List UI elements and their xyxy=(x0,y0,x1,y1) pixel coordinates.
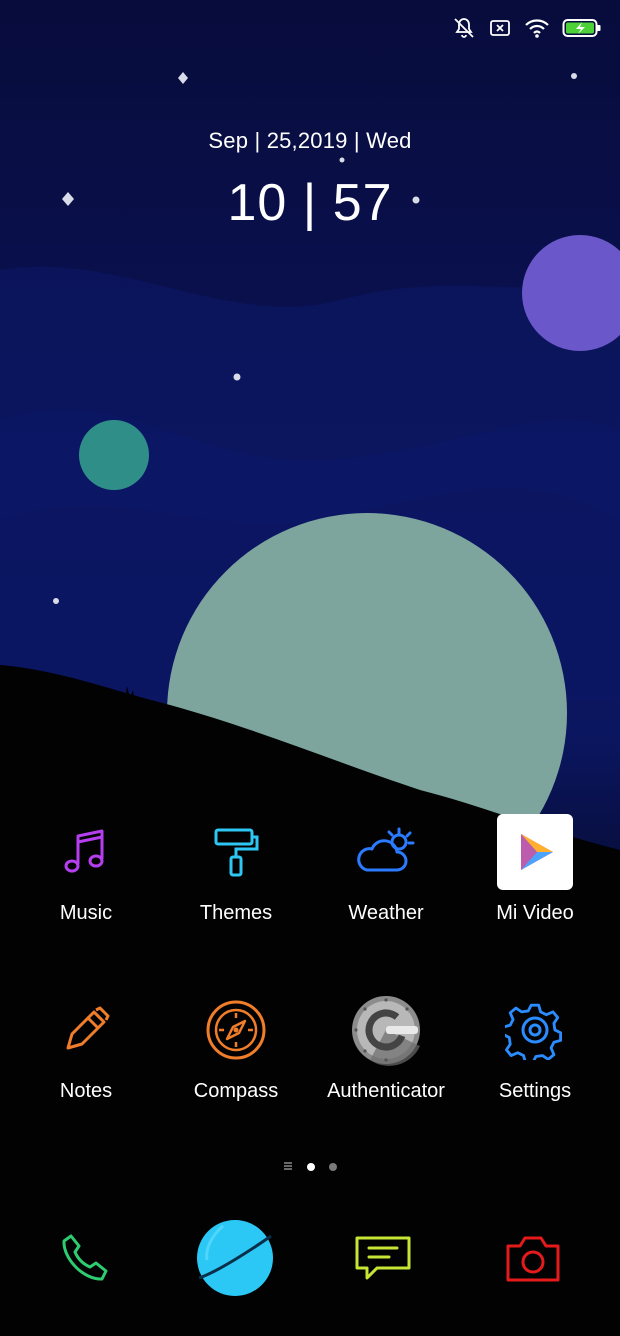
clock-time[interactable]: 10 | 57 xyxy=(0,173,620,233)
mute-vibrate-icon xyxy=(452,16,476,40)
camera-icon xyxy=(504,1232,562,1289)
app-label: Compass xyxy=(193,1080,279,1102)
messages-icon xyxy=(353,1230,413,1291)
app-label: Authenticator xyxy=(327,1080,445,1102)
play-icon xyxy=(495,812,575,892)
app-label: Music xyxy=(59,902,113,924)
dock-browser[interactable] xyxy=(190,1215,280,1305)
status-bar xyxy=(452,14,602,42)
menu-lines-icon[interactable] xyxy=(283,1158,293,1176)
app-label: Settings xyxy=(498,1080,572,1102)
dock-phone[interactable] xyxy=(40,1215,130,1305)
browser-icon xyxy=(193,1216,277,1305)
app-music[interactable]: Music xyxy=(11,812,161,925)
app-label: Themes xyxy=(199,902,273,924)
dock-camera[interactable] xyxy=(488,1215,578,1305)
app-notes[interactable]: Notes xyxy=(11,990,161,1103)
gear-icon xyxy=(495,990,575,1070)
phone-icon xyxy=(57,1230,113,1291)
app-label: Weather xyxy=(348,902,424,924)
page-dot-active[interactable] xyxy=(307,1163,315,1171)
pen-icon xyxy=(46,990,126,1070)
app-label: Mi Video xyxy=(496,902,574,924)
page-dot[interactable] xyxy=(329,1163,337,1171)
music-note-icon xyxy=(46,812,126,892)
dock-messages[interactable] xyxy=(338,1215,428,1305)
home-screen: Sep | 25,2019 | Wed 10 | 57 Music Themes… xyxy=(0,0,620,1336)
wifi-icon xyxy=(524,16,550,40)
cloud-sun-icon xyxy=(346,812,426,892)
battery-charging-icon xyxy=(562,17,602,39)
app-themes[interactable]: Themes xyxy=(161,812,311,925)
app-label: Notes xyxy=(59,1080,113,1102)
date-text: Sep | 25,2019 | Wed xyxy=(208,128,412,153)
app-compass[interactable]: Compass xyxy=(161,990,311,1103)
no-sim-icon xyxy=(488,16,512,40)
authenticator-icon xyxy=(346,990,426,1070)
small-planet xyxy=(79,420,149,490)
page-indicator[interactable] xyxy=(0,1158,620,1176)
app-mi-video[interactable]: Mi Video xyxy=(460,812,610,925)
app-settings[interactable]: Settings xyxy=(460,990,610,1103)
paint-roller-icon xyxy=(196,812,276,892)
app-authenticator[interactable]: Authenticator xyxy=(311,990,461,1103)
app-weather[interactable]: Weather xyxy=(311,812,461,925)
compass-icon xyxy=(196,990,276,1070)
